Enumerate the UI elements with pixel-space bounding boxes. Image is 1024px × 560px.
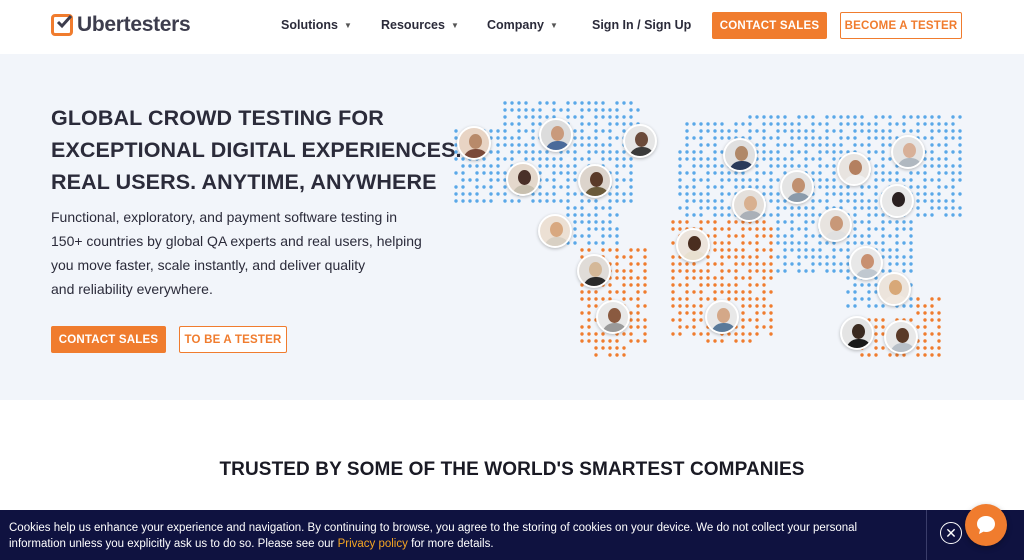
chat-icon[interactable] (965, 504, 1007, 546)
hero-section: GLOBAL CROWD TESTING FOR EXCEPTIONAL DIG… (0, 54, 1024, 400)
avatar (457, 126, 491, 160)
avatar (676, 228, 710, 262)
logo-text: Ubertesters (77, 13, 191, 36)
site-header: Ubertesters Solutions ▼ Resources ▼ Comp… (0, 0, 1024, 54)
avatar (506, 162, 540, 196)
world-map (440, 94, 980, 364)
logo[interactable]: Ubertesters (51, 13, 191, 37)
avatar (780, 170, 814, 204)
avatar (596, 300, 630, 334)
nav-label: Solutions (281, 18, 338, 32)
avatar (577, 254, 611, 288)
hero-title: GLOBAL CROWD TESTING FOR EXCEPTIONAL DIG… (51, 102, 471, 198)
nav-label: Resources (381, 18, 445, 32)
avatar (732, 188, 766, 222)
avatar (891, 135, 925, 169)
avatar (884, 320, 918, 354)
avatar (705, 300, 739, 334)
avatar (849, 246, 883, 280)
chevron-down-icon: ▼ (549, 20, 558, 30)
nav-company[interactable]: Company ▼ (487, 18, 558, 32)
avatar (877, 272, 911, 306)
avatar (539, 118, 573, 152)
avatar (623, 124, 657, 158)
hero-desc-line: you move faster, scale instantly, and de… (51, 257, 366, 273)
trusted-heading: TRUSTED BY SOME OF THE WORLD'S SMARTEST … (219, 459, 805, 480)
cookie-text: Cookies help us enhance your experience … (9, 520, 909, 552)
privacy-policy-link[interactable]: Privacy policy (338, 538, 408, 550)
avatar (840, 316, 874, 350)
avatar (578, 164, 612, 198)
nav-label: Company (487, 18, 544, 32)
nav-label: Sign In / Sign Up (592, 18, 692, 32)
hero-description: Functional, exploratory, and payment sof… (51, 205, 451, 301)
hero-contact-sales-button[interactable]: CONTACT SALES (51, 326, 166, 353)
hero-title-line: GLOBAL CROWD TESTING FOR (51, 106, 384, 130)
cookie-banner: Cookies help us enhance your experience … (0, 510, 1024, 560)
nav-solutions[interactable]: Solutions ▼ (281, 18, 352, 32)
close-icon[interactable]: ✕ (940, 522, 962, 544)
avatar (818, 208, 852, 242)
hero-desc-line: 150+ countries by global QA experts and … (51, 233, 422, 249)
hero-tester-button[interactable]: TO BE A TESTER (179, 326, 287, 353)
avatar (538, 214, 572, 248)
hero-title-line: REAL USERS. ANYTIME, ANYWHERE (51, 170, 437, 194)
logo-check-icon (51, 14, 73, 36)
nav-resources[interactable]: Resources ▼ (381, 18, 459, 32)
hero-desc-line: and reliability everywhere. (51, 281, 213, 297)
avatar (837, 152, 871, 186)
hero-title-line: EXCEPTIONAL DIGITAL EXPERIENCES. (51, 138, 462, 162)
become-tester-button[interactable]: BECOME A TESTER (840, 12, 962, 39)
chevron-down-icon: ▼ (450, 20, 459, 30)
nav-sign-in[interactable]: Sign In / Sign Up (592, 18, 691, 32)
hero-desc-line: Functional, exploratory, and payment sof… (51, 209, 398, 225)
avatar (880, 184, 914, 218)
cookie-divider (926, 510, 927, 560)
avatar (723, 138, 757, 172)
contact-sales-button[interactable]: CONTACT SALES (712, 12, 827, 39)
chevron-down-icon: ▼ (343, 20, 352, 30)
cookie-message-end: for more details. (407, 538, 494, 550)
